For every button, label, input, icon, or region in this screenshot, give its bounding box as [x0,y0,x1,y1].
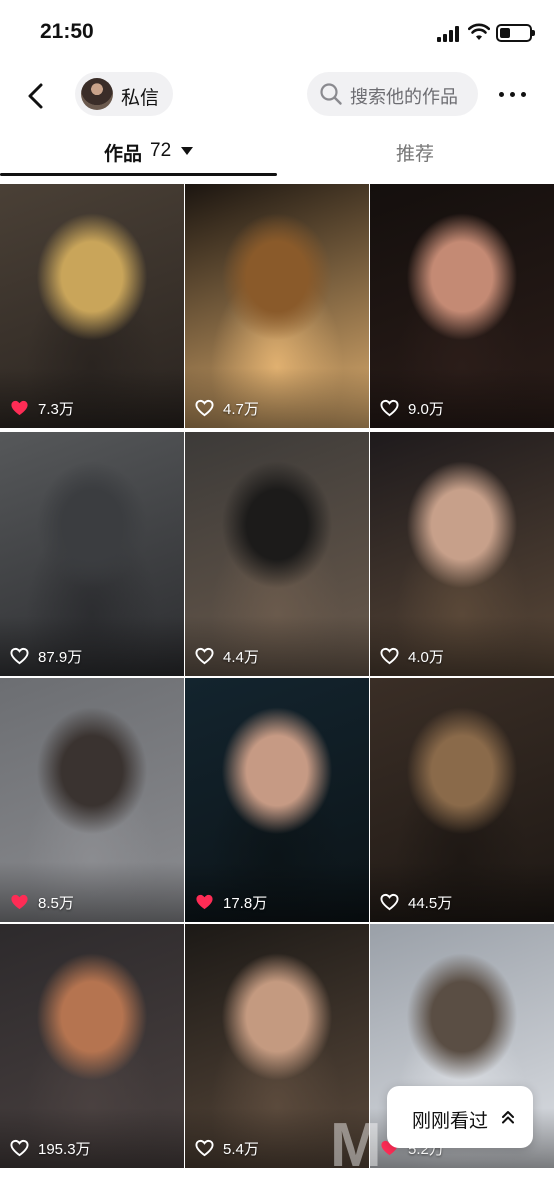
recently-viewed-button[interactable]: 刚刚看过 [387,1086,533,1148]
like-count-label: 7.3万 [38,400,74,418]
heart-icon [195,399,214,417]
like-count: 4.0万 [380,646,444,666]
tab-works[interactable]: 作品 72 [0,126,277,178]
search-placeholder: 搜索他的作品 [350,87,458,107]
private-message-label: 私信 [121,88,160,109]
tab-active-indicator [0,173,277,176]
like-count: 7.3万 [10,398,74,418]
status-time: 21:50 [40,20,94,43]
heart-icon [380,893,399,911]
heart-icon [11,400,28,416]
heart-icon [195,1139,214,1157]
tab-recommended-label: 推荐 [396,144,435,165]
avatar [81,78,113,110]
battery-level [500,28,510,38]
like-count: 195.3万 [10,1138,91,1158]
works-grid: 7.3万 4.7万 9.0万 87.9万 4.4万 4.0万 8.5万 17.8万 44.5万 1… [0,184,554,1200]
profile-tabs: 作品 72 推荐 [0,126,554,178]
like-count: 4.7万 [195,398,259,418]
status-bar: 21:50 [0,0,554,64]
heart-icon [196,894,213,910]
search-icon [320,83,342,105]
work-thumbnail[interactable]: 4.4万 [185,432,369,676]
like-count: 5.4万 [195,1138,259,1158]
cellular-signal-icon [437,26,463,42]
like-count-label: 87.9万 [38,648,83,666]
chevron-double-up-icon [502,1111,514,1124]
heart-icon [11,894,28,910]
like-count-label: 5.4万 [223,1140,259,1158]
work-thumbnail[interactable]: 4.7万 [185,184,369,428]
like-count-label: 8.5万 [38,894,74,912]
chevron-left-icon[interactable] [18,78,54,114]
like-count-label: 17.8万 [223,894,268,912]
like-count: 4.4万 [195,646,259,666]
work-thumbnail[interactable]: 9.0万 [370,184,554,428]
like-count: 8.5万 [10,892,74,912]
like-count: 44.5万 [380,892,452,912]
like-count-label: 195.3万 [38,1140,91,1158]
work-thumbnail[interactable]: 195.3万 [0,924,184,1168]
like-count: 87.9万 [10,646,82,666]
wifi-icon [468,23,490,40]
like-count-label: 44.5万 [408,894,453,912]
private-message-button[interactable]: 私信 [75,72,173,116]
tab-works-label: 作品 [104,144,143,165]
work-thumbnail[interactable]: 44.5万 [370,678,554,922]
like-count-label: 4.0万 [408,648,444,666]
like-count-label: 4.7万 [223,400,259,418]
heart-icon [10,1139,29,1157]
like-count-label: 9.0万 [408,400,444,418]
work-thumbnail[interactable]: 17.8万 [185,678,369,922]
recently-viewed-label: 刚刚看过 [412,1111,489,1132]
profile-header: 私信 搜索他的作品 [0,64,554,126]
heart-icon [380,399,399,417]
like-count: 17.8万 [195,892,267,912]
battery-icon [496,24,535,42]
tab-recommended[interactable]: 推荐 [277,126,554,178]
work-thumbnail[interactable]: 8.5万 [0,678,184,922]
work-thumbnail[interactable]: 87.9万 [0,432,184,676]
like-count: 9.0万 [380,398,444,418]
watermark-logo: M [330,1111,384,1180]
heart-icon [380,647,399,665]
search-works-input[interactable]: 搜索他的作品 [307,72,478,116]
tab-works-count: 72 [150,140,172,161]
heart-icon [10,647,29,665]
more-horizontal-icon[interactable] [496,82,530,106]
work-thumbnail[interactable]: 4.0万 [370,432,554,676]
work-thumbnail[interactable]: 7.3万 [0,184,184,428]
home-indicator [177,1183,377,1189]
heart-icon [195,647,214,665]
caret-down-icon[interactable] [181,147,193,155]
like-count-label: 4.4万 [223,648,259,666]
